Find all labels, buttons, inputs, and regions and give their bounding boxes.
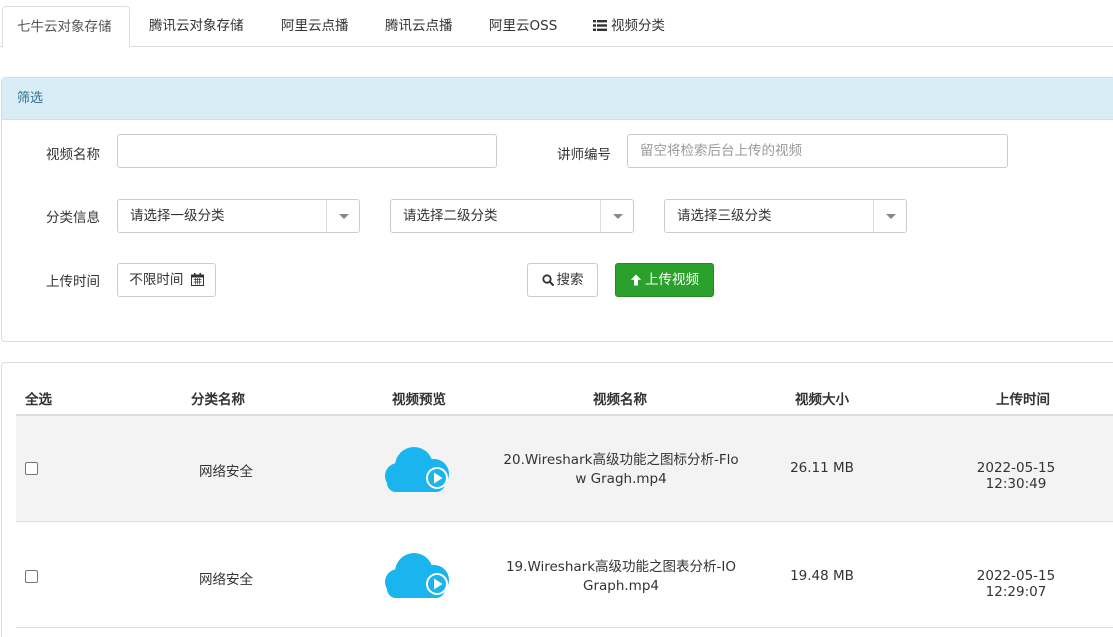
chevron-down-icon [873, 200, 906, 232]
arrow-up-icon [630, 274, 642, 286]
video-name-line: Graph.mp4 [582, 578, 659, 594]
calendar-icon [190, 273, 204, 286]
lecturer-id-label: 讲师编号 [557, 147, 611, 163]
upload-time-value: 不限时间 [129, 272, 184, 288]
cloud-play-icon[interactable] [384, 550, 454, 600]
category-level3-select[interactable]: 请选择三级分类 [664, 199, 907, 233]
lecturer-id-input[interactable]: 留空将检索后台上传的视频 [627, 134, 1008, 168]
row-video-name: 20.Wireshark高级功能之图标分析-Flo w Gragh.mp4 [501, 451, 741, 489]
search-label: 搜索 [556, 272, 584, 288]
category-level1-select[interactable]: 请选择一级分类 [117, 199, 360, 233]
tab-label: 腾讯云点播 [385, 18, 453, 34]
header-category: 分类名称 [191, 392, 245, 408]
row-category: 网络安全 [199, 572, 253, 588]
tab-label: 阿里云点播 [281, 18, 349, 34]
panel-heading: 筛选 [2, 78, 1113, 120]
category-label: 分类信息 [46, 210, 100, 226]
chevron-down-icon [326, 200, 359, 232]
upload-video-label: 上传视频 [645, 272, 699, 288]
row-checkbox[interactable] [25, 570, 38, 583]
select-value: 请选择一级分类 [130, 208, 225, 224]
tab-label: 七牛云对象存储 [17, 19, 112, 35]
header-preview: 视频预览 [392, 392, 446, 408]
upload-time-label: 上传时间 [46, 274, 100, 290]
header-select-all[interactable]: 全选 [25, 388, 52, 408]
upload-video-button[interactable]: 上传视频 [615, 263, 714, 297]
chevron-down-icon [600, 200, 633, 232]
search-icon [541, 274, 554, 286]
row-video-size: 26.11 MB [790, 460, 854, 476]
video-name-label: 视频名称 [46, 147, 100, 163]
search-button[interactable]: 搜索 [527, 263, 598, 297]
tab-tencent-vod[interactable]: 腾讯云点播 [385, 6, 453, 47]
header-video-name: 视频名称 [593, 392, 647, 408]
row-video-size: 19.48 MB [790, 568, 854, 584]
row-upload-time: 2022-05-15 12:29:07 [976, 568, 1056, 600]
upload-time-picker[interactable]: 不限时间 [117, 263, 216, 297]
tab-label: 腾讯云对象存储 [149, 18, 244, 34]
tab-qiniu-storage[interactable]: 七牛云对象存储 [2, 6, 130, 48]
table-row: 网络安全 20.Wireshark高级功能之图标分析-Flo w Gragh.m… [16, 416, 1113, 522]
row-upload-time: 2022-05-15 12:30:49 [976, 460, 1056, 492]
tab-label: 阿里云OSS [489, 18, 558, 34]
video-name-line: w Gragh.mp4 [575, 471, 667, 487]
row-category: 网络安全 [199, 464, 253, 480]
list-icon [593, 20, 607, 31]
select-value: 请选择二级分类 [403, 208, 498, 224]
select-value: 请选择三级分类 [677, 208, 772, 224]
video-name-line: 20.Wireshark高级功能之图标分析-Flo [503, 452, 739, 468]
tab-label: 视频分类 [611, 18, 665, 34]
category-level2-select[interactable]: 请选择二级分类 [390, 199, 634, 233]
tab-tencent-storage[interactable]: 腾讯云对象存储 [149, 6, 244, 47]
row-checkbox[interactable] [25, 462, 38, 475]
tab-video-category[interactable]: 视频分类 [593, 6, 665, 47]
storage-tabs: 七牛云对象存储 腾讯云对象存储 阿里云点播 腾讯云点播 阿里云OSS 视频分类 [0, 0, 1113, 48]
tab-aliyun-vod[interactable]: 阿里云点播 [281, 6, 349, 47]
cloud-play-icon[interactable] [384, 444, 454, 494]
video-name-line: 19.Wireshark高级功能之图表分析-IO [505, 559, 737, 575]
tab-aliyun-oss[interactable]: 阿里云OSS [489, 6, 557, 47]
table-row: 网络安全 19.Wireshark高级功能之图表分析-IO Graph.mp4 … [16, 522, 1113, 628]
row-video-name: 19.Wireshark高级功能之图表分析-IO Graph.mp4 [501, 558, 741, 596]
header-upload-time: 上传时间 [996, 392, 1050, 408]
video-name-input[interactable] [117, 134, 497, 168]
header-video-size: 视频大小 [795, 392, 849, 408]
